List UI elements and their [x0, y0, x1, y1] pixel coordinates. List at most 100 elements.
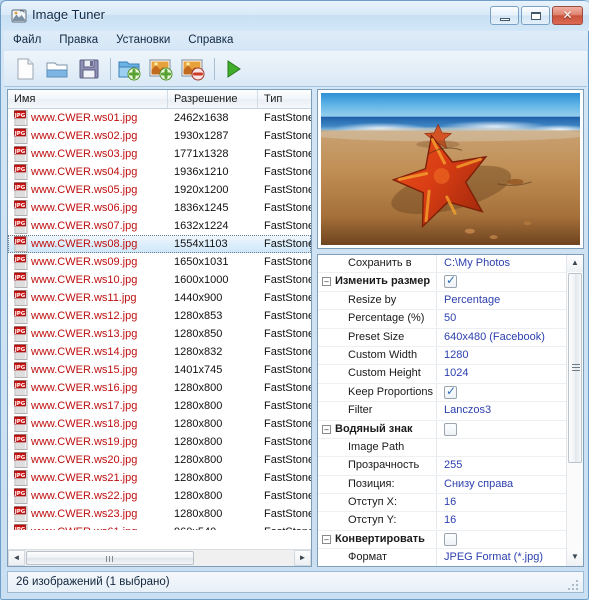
setting-row[interactable]: – Изменить размер: [318, 273, 566, 291]
setting-value[interactable]: 1280: [444, 347, 468, 364]
setting-row[interactable]: – Водяный знак: [318, 421, 566, 439]
column-header-name[interactable]: Имя: [8, 90, 168, 108]
file-row[interactable]: JPG www.CWER.ws03.jpg 1771x1328 FastStone: [8, 145, 311, 163]
vertical-scroll-thumb[interactable]: [568, 273, 582, 463]
add-folder-button[interactable]: [116, 56, 146, 82]
file-row[interactable]: JPG www.CWER.ws04.jpg 1936x1210 FastStone: [8, 163, 311, 181]
setting-row[interactable]: Image Path: [318, 439, 566, 457]
jpg-file-icon: JPG: [14, 344, 28, 360]
setting-row[interactable]: Keep Proportions: [318, 384, 566, 402]
setting-row[interactable]: – Конвертировать: [318, 531, 566, 549]
scroll-right-arrow[interactable]: ►: [294, 550, 311, 566]
setting-row[interactable]: Формат JPEG Format (*.jpg): [318, 549, 566, 566]
file-resolution: 1280x800: [174, 505, 222, 523]
remove-image-button[interactable]: [180, 56, 210, 82]
setting-checkbox[interactable]: [444, 423, 457, 436]
new-file-button[interactable]: [12, 56, 42, 82]
setting-row[interactable]: Сохранить в C:\My Photos: [318, 255, 566, 273]
file-row[interactable]: JPG www.CWER.ws20.jpg 1280x800 FastStone: [8, 451, 311, 469]
setting-row[interactable]: Filter Lanczos3: [318, 402, 566, 420]
setting-value[interactable]: 50: [444, 310, 456, 327]
jpg-file-icon: JPG: [14, 380, 28, 396]
file-row[interactable]: JPG www.CWER.ws06.jpg 1836x1245 FastStone: [8, 199, 311, 217]
file-row[interactable]: JPG www.CWER.ws15.jpg 1401x745 FastStone: [8, 361, 311, 379]
collapse-icon[interactable]: –: [322, 425, 331, 434]
file-row[interactable]: JPG www.CWER.ws02.jpg 1930x1287 FastStone: [8, 127, 311, 145]
setting-row[interactable]: Percentage (%) 50: [318, 310, 566, 328]
close-button[interactable]: ✕: [552, 6, 583, 25]
file-row[interactable]: JPG www.CWER.ws11.jpg 1440x900 FastStone: [8, 289, 311, 307]
run-button[interactable]: [220, 56, 250, 82]
file-row[interactable]: JPG www.CWER.ws16.jpg 1280x800 FastStone: [8, 379, 311, 397]
minimize-button[interactable]: [490, 6, 519, 25]
add-image-button[interactable]: [148, 56, 178, 82]
setting-value[interactable]: Снизу справа: [444, 476, 513, 493]
setting-row[interactable]: Preset Size 640x480 (Facebook): [318, 329, 566, 347]
file-row[interactable]: JPG www.CWER.ws07.jpg 1632x1224 FastStone: [8, 217, 311, 235]
setting-label: Image Path: [348, 439, 404, 456]
setting-value[interactable]: C:\My Photos: [444, 255, 510, 272]
open-folder-button[interactable]: [44, 56, 74, 82]
setting-value[interactable]: 16: [444, 494, 456, 511]
scroll-left-arrow[interactable]: ◄: [8, 550, 25, 566]
file-row[interactable]: JPG www.CWER.ws01.jpg 2462x1638 FastStone: [8, 109, 311, 127]
file-row[interactable]: JPG www.CWER.ws17.jpg 1280x800 FastStone: [8, 397, 311, 415]
file-row[interactable]: JPG www.CWER.ws13.jpg 1280x850 FastStone: [8, 325, 311, 343]
file-row[interactable]: JPG www.CWER.ws14.jpg 1280x832 FastStone: [8, 343, 311, 361]
scroll-down-arrow[interactable]: ▼: [567, 549, 583, 566]
setting-row[interactable]: Resize by Percentage: [318, 292, 566, 310]
setting-row[interactable]: Прозрачность 255: [318, 457, 566, 475]
settings-vertical-scrollbar[interactable]: ▲ ▼: [566, 255, 583, 566]
collapse-icon[interactable]: –: [322, 277, 331, 286]
collapse-icon[interactable]: –: [322, 535, 331, 544]
setting-checkbox[interactable]: [444, 533, 457, 546]
file-type: FastStone: [264, 397, 311, 415]
setting-row[interactable]: Custom Height 1024: [318, 365, 566, 383]
setting-checkbox[interactable]: [444, 386, 457, 399]
file-resolution: 1401x745: [174, 361, 222, 379]
maximize-button[interactable]: [521, 6, 550, 25]
setting-value[interactable]: 255: [444, 457, 462, 474]
app-icon: [11, 8, 27, 24]
file-row[interactable]: JPG www.CWER.ws08.jpg 1554x1103 FastStone: [8, 235, 311, 253]
horizontal-scroll-thumb[interactable]: [26, 551, 194, 565]
window-title: Image Tuner: [32, 7, 105, 22]
file-row[interactable]: JPG www.CWER.ws23.jpg 1280x800 FastStone: [8, 505, 311, 523]
setting-row[interactable]: Custom Width 1280: [318, 347, 566, 365]
setting-row[interactable]: Отступ Y: 16: [318, 512, 566, 530]
file-list-body[interactable]: JPG www.CWER.ws01.jpg 2462x1638 FastStone JP…: [8, 109, 311, 530]
scroll-up-arrow[interactable]: ▲: [567, 255, 583, 272]
file-row[interactable]: JPG www.CWER.ws10.jpg 1600x1000 FastStone: [8, 271, 311, 289]
file-list-horizontal-scrollbar[interactable]: ◄ ►: [8, 549, 311, 566]
settings-grid[interactable]: Сохранить вC:\My Photos–Изменить размерR…: [318, 255, 566, 566]
file-row[interactable]: JPG www.CWER.ws09.jpg 1650x1031 FastStone: [8, 253, 311, 271]
setting-value[interactable]: 16: [444, 512, 456, 529]
menu-item-help[interactable]: Справка: [179, 31, 242, 49]
svg-text:JPG: JPG: [14, 221, 26, 227]
menu-item-settings[interactable]: Установки: [107, 31, 179, 49]
setting-row[interactable]: Отступ X: 16: [318, 494, 566, 512]
file-row[interactable]: JPG www.CWER.ws12.jpg 1280x853 FastStone: [8, 307, 311, 325]
save-button[interactable]: [76, 56, 106, 82]
setting-value[interactable]: 640x480 (Facebook): [444, 329, 545, 346]
svg-text:JPG: JPG: [14, 329, 26, 335]
menu-item-file[interactable]: Файл: [4, 31, 50, 49]
setting-checkbox[interactable]: [444, 275, 457, 288]
file-name: www.CWER.ws05.jpg: [31, 181, 137, 199]
file-row[interactable]: JPG www.CWER.ws05.jpg 1920x1200 FastStone: [8, 181, 311, 199]
file-row[interactable]: JPG www.CWER.ws18.jpg 1280x800 FastStone: [8, 415, 311, 433]
file-row[interactable]: JPG www.CWER.ws22.jpg 1280x800 FastStone: [8, 487, 311, 505]
jpg-file-icon: JPG: [14, 380, 28, 396]
setting-value[interactable]: JPEG Format (*.jpg): [444, 549, 543, 566]
menu-item-edit[interactable]: Правка: [50, 31, 107, 49]
column-header-resolution[interactable]: Разрешение: [168, 90, 258, 108]
file-row[interactable]: JPG www.CWER.ws61.jpg 960x540 FastStone: [8, 523, 311, 530]
resize-grip-icon[interactable]: [568, 578, 580, 590]
setting-row[interactable]: Позиция: Снизу справа: [318, 476, 566, 494]
column-header-type[interactable]: Тип: [258, 90, 313, 108]
setting-value[interactable]: Percentage: [444, 292, 500, 309]
setting-value[interactable]: Lanczos3: [444, 402, 491, 419]
file-row[interactable]: JPG www.CWER.ws21.jpg 1280x800 FastStone: [8, 469, 311, 487]
setting-value[interactable]: 1024: [444, 365, 468, 382]
file-row[interactable]: JPG www.CWER.ws19.jpg 1280x800 FastStone: [8, 433, 311, 451]
